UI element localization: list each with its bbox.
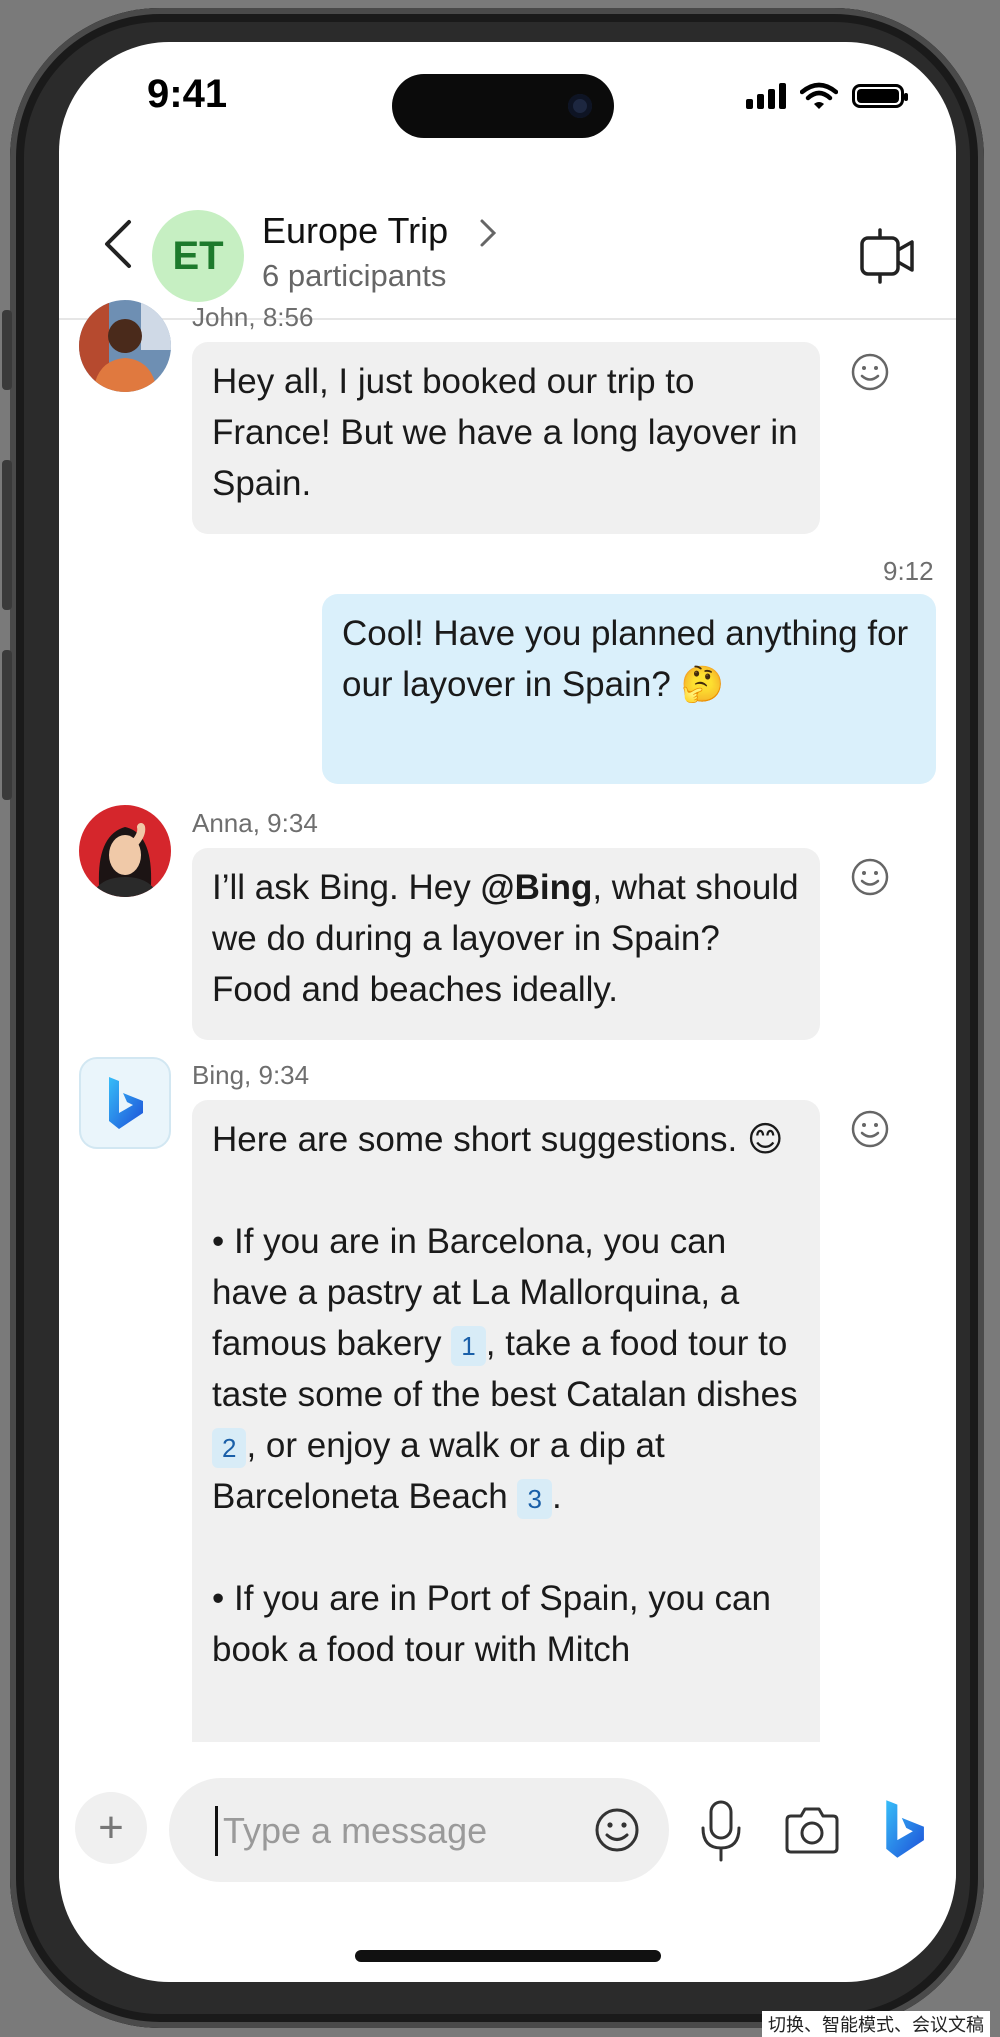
message-meta: John, 8:56 [192,302,314,332]
status-icons [746,82,908,110]
message-placeholder: Type a message [223,1810,488,1851]
microphone-icon[interactable] [699,1800,743,1862]
phone-screen: 9:41 ET Europe Trip 6 participants John,… [59,42,956,1982]
bing-avatar[interactable] [79,1057,171,1149]
chevron-right-icon[interactable] [479,218,497,248]
message-bullet: • If you are in Port of Spain, you can b… [212,1579,771,1669]
message-text: Cool! Have you planned anything for our … [342,614,909,704]
bing-logo-icon [109,1077,143,1129]
signal-icon [746,83,786,109]
citation-badge[interactable]: 3 [517,1478,552,1519]
footer-caption: 切换、智能模式、会议文稿 [762,2011,990,2037]
bing-logo-icon[interactable] [879,1798,929,1860]
citation-badge[interactable]: 1 [451,1325,486,1366]
emoji-icon[interactable] [593,1806,641,1854]
avatar[interactable] [79,805,171,897]
message-meta: Bing, 9:34 [192,1060,310,1090]
status-time: 9:41 [147,72,228,116]
message-bubble[interactable]: Here are some short suggestions. 😊 • If … [192,1100,820,1780]
plus-icon[interactable]: + [75,1792,147,1864]
message-intro: Here are some short suggestions. 😊 [212,1120,784,1159]
battery-icon [852,84,908,108]
side-button [2,310,12,390]
video-call-icon[interactable] [858,228,916,284]
avatar[interactable] [79,300,171,392]
group-title[interactable]: Europe Trip [262,210,448,252]
message-meta: Anna, 9:34 [192,808,318,838]
text-caret [215,1806,218,1856]
dynamic-island [392,74,614,138]
message-bubble[interactable]: I’ll ask Bing. Hey @Bing, what should we… [192,848,820,1040]
chevron-left-icon[interactable] [101,218,135,270]
message-text: I’ll ask Bing. Hey @Bing, what should we… [212,868,799,1009]
front-camera [568,94,592,118]
message-bullet: • If you are in Barcelona, you can have … [212,1216,800,1522]
message-composer: + Type a message [59,1742,956,1882]
citation-badge[interactable]: 2 [212,1427,247,1468]
home-indicator[interactable] [355,1950,661,1962]
chat-header: ET Europe Trip 6 participants [59,162,956,320]
camera-icon[interactable] [783,1804,841,1856]
wifi-icon [800,82,838,109]
smiley-icon[interactable] [850,1109,890,1149]
message-text: Hey all, I just booked our trip to Franc… [212,362,798,503]
message-time: 9:12 [883,556,934,586]
side-button [2,460,12,610]
smiley-icon[interactable] [850,352,890,392]
group-avatar[interactable]: ET [152,210,244,302]
smiley-icon[interactable] [850,857,890,897]
side-button [2,650,12,800]
message-bubble[interactable]: Hey all, I just booked our trip to Franc… [192,342,820,534]
message-bubble-sent[interactable]: Cool! Have you planned anything for our … [322,594,936,784]
participants-count: 6 participants [262,258,447,293]
mention[interactable]: @Bing [480,868,592,907]
